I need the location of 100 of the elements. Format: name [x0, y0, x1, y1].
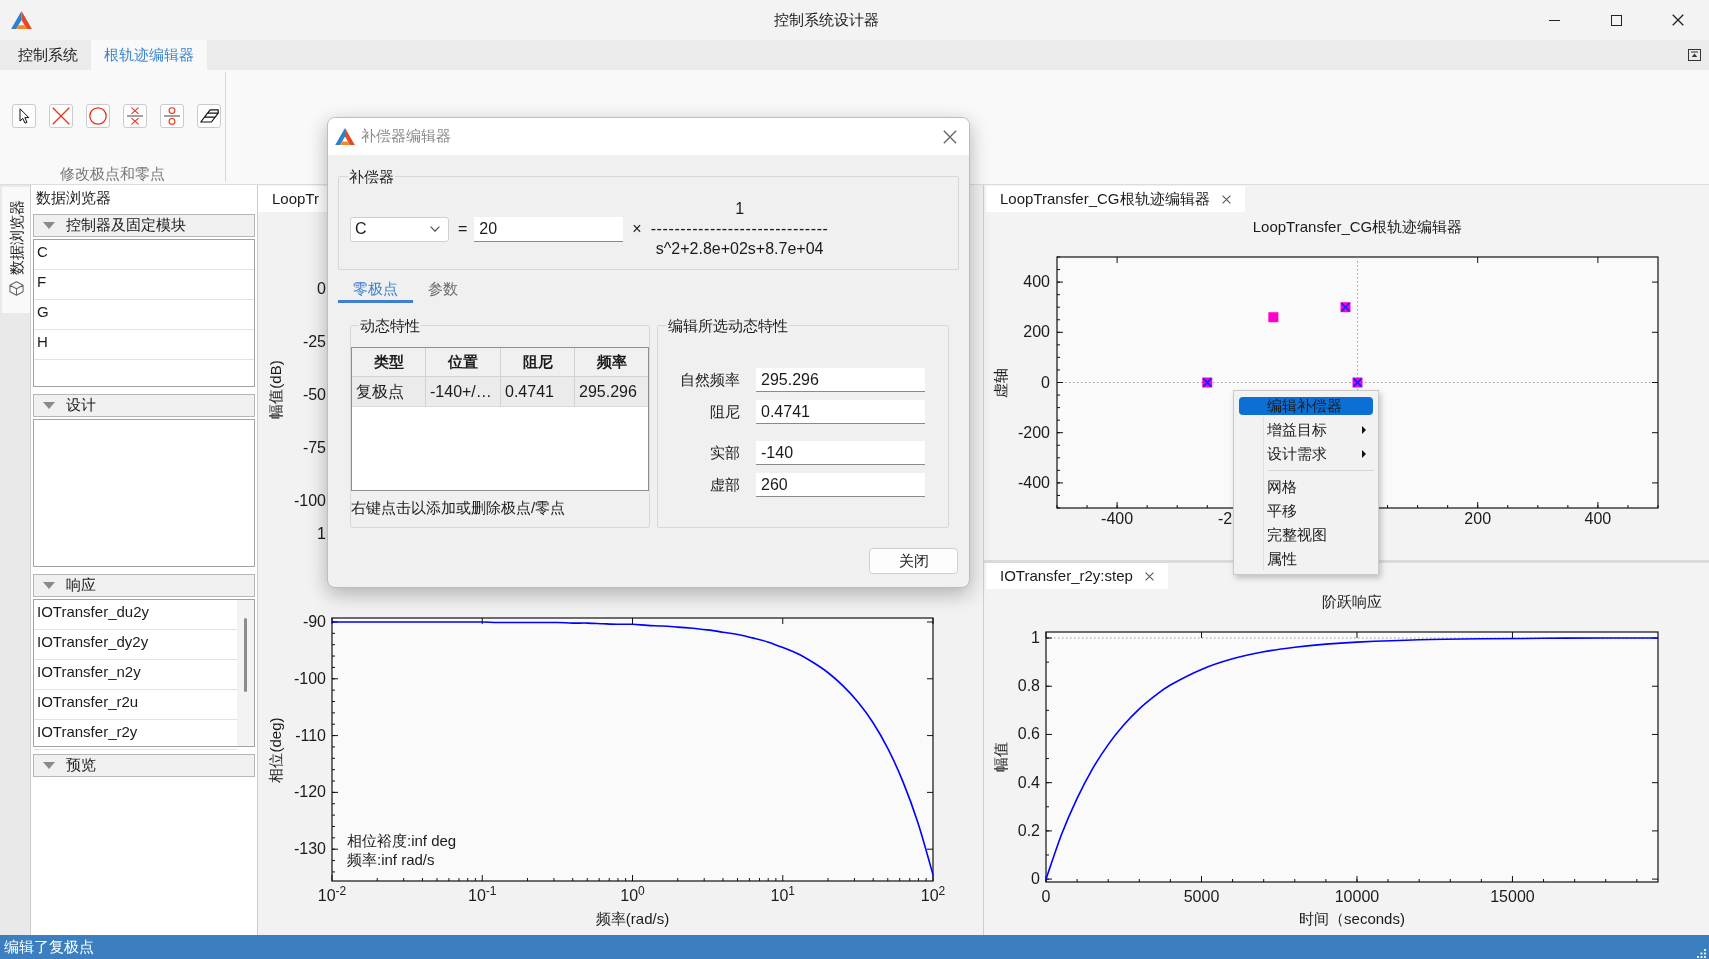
y-tick-label: -100	[293, 491, 326, 511]
menu-item[interactable]: 完整视图	[1239, 526, 1373, 544]
pointer-icon	[18, 108, 30, 124]
compensator-dropdown[interactable]: C	[350, 216, 449, 242]
side-tab[interactable]: 数据浏览器	[2, 187, 30, 313]
add-complex-zero-button[interactable]	[160, 104, 184, 128]
x-tick-label: 200	[1464, 510, 1492, 528]
y-tick-label: 1	[1031, 629, 1040, 647]
table-cell: 复极点	[352, 377, 426, 406]
crossed-square-marker[interactable]	[1340, 302, 1351, 313]
input-field[interactable]: -140	[756, 441, 925, 465]
table-cell-text: 295.296	[578, 381, 638, 402]
x-tick-label: 0	[1041, 888, 1051, 906]
section-header[interactable]: 控制器及固定模块	[33, 214, 255, 237]
x-pair-icon	[127, 107, 143, 125]
fraction-dash-text: ------------------------------	[650, 219, 829, 239]
menu-item[interactable]: 属性	[1239, 550, 1373, 568]
column-header[interactable]: 位置	[426, 348, 501, 376]
input-field[interactable]: 260	[756, 473, 925, 497]
x-tick-label: 5000	[1183, 888, 1220, 906]
eraser-button[interactable]	[197, 104, 221, 128]
gain-field[interactable]: 20	[474, 216, 624, 242]
app-logo-icon	[335, 128, 355, 145]
group-label: 动态特性	[359, 317, 421, 334]
y-tick-label: -75	[302, 438, 326, 458]
y-tick-label: 200	[1023, 323, 1050, 342]
x-tick-label: 10$^{-2}$	[317, 887, 347, 905]
scrollbar-track[interactable]	[237, 600, 254, 746]
x-tick-label: 10$^{-1}$	[468, 887, 497, 905]
x-axis-label: 频率(rad/s)	[595, 908, 670, 929]
column-header[interactable]: 类型	[352, 348, 426, 376]
x-tick-label: -400	[1101, 510, 1134, 528]
x-tick-label: 10$^{2}$	[920, 887, 946, 905]
list-item[interactable]: H	[34, 330, 254, 360]
list-item[interactable]: C	[34, 240, 254, 270]
add-zero-button[interactable]	[86, 104, 110, 128]
dialog-tab[interactable]: 零极点	[338, 278, 413, 303]
input-field[interactable]: 0.4741	[756, 400, 925, 424]
box-arrow-up-icon[interactable]	[1688, 49, 1701, 61]
menu-item[interactable]: 网格	[1239, 478, 1373, 496]
x-tick-label: 10$^{0}$	[620, 887, 645, 905]
scrollbar-thumb[interactable]	[244, 618, 247, 692]
resize-grip-icon[interactable]	[1697, 948, 1706, 958]
add-complex-pole-button[interactable]	[123, 104, 147, 128]
group-label: 编辑所选动态特性	[667, 317, 789, 334]
menu-item[interactable]: 设计需求	[1239, 445, 1373, 463]
transfer-numerator: 1	[735, 199, 745, 219]
x-tick-label: -2	[1218, 510, 1233, 528]
square-marker[interactable]	[1268, 312, 1279, 323]
field-label: 阻尼	[709, 401, 740, 422]
list-item[interactable]: G	[34, 300, 254, 330]
y-axis-label: 虚轴	[991, 368, 1009, 398]
table-row[interactable]: 复极点 -140+/… 0.4741 295.296	[352, 377, 648, 407]
equals-sign: =	[458, 219, 468, 239]
section-header[interactable]: 预览	[33, 754, 255, 777]
section-header[interactable]: 响应	[33, 574, 255, 597]
chart-annotation: 相位裕度:inf deg	[347, 831, 457, 851]
list-item[interactable]: F	[34, 270, 254, 300]
menu-item[interactable]: 编辑补偿器	[1239, 397, 1373, 415]
input-field[interactable]: 295.296	[756, 368, 925, 392]
group-label: 补偿器	[348, 168, 395, 185]
x-axis-label: 时间（seconds)	[1299, 908, 1405, 929]
x-tick-label: 15000	[1490, 888, 1535, 906]
maximize-icon	[1610, 14, 1622, 26]
document-tab[interactable]: LoopTransfer_CG根轨迹编辑器	[986, 186, 1245, 212]
column-header[interactable]: 频率	[575, 348, 648, 376]
column-header[interactable]: 阻尼	[501, 348, 575, 376]
x-mark-icon	[52, 107, 70, 125]
ribbon-tab[interactable]: 控制系统	[5, 40, 91, 70]
eraser-icon	[199, 109, 219, 123]
menu-item[interactable]: 平移	[1239, 502, 1373, 520]
chart-title: 阶跃响应	[1322, 591, 1382, 612]
dialog-tab[interactable]: 参数	[413, 278, 473, 303]
y-axis-label: 幅值	[991, 742, 1009, 772]
section-header[interactable]: 设计	[33, 394, 255, 417]
field-label: 实部	[709, 442, 740, 463]
add-pole-button[interactable]	[49, 104, 73, 128]
document-tab[interactable]: LoopTr	[258, 186, 327, 212]
crossed-square-marker[interactable]	[1202, 377, 1213, 388]
x-tick-label: 1	[317, 524, 326, 544]
ribbon-tab[interactable]: 根轨迹编辑器	[91, 40, 207, 70]
y-tick-label: -110	[295, 726, 326, 745]
field-label: 虚部	[709, 474, 740, 495]
y-tick-label: -100	[293, 669, 326, 688]
circle-pair-icon	[164, 107, 180, 125]
y-tick-label: 0.2	[1017, 821, 1040, 840]
dialog-close-button[interactable]	[943, 129, 957, 144]
crossed-square-marker[interactable]	[1352, 377, 1363, 388]
menu-item[interactable]: 增益目标	[1239, 421, 1373, 439]
y-tick-label: -200	[1017, 423, 1050, 442]
y-tick-label: -130	[293, 840, 326, 859]
y-tick-label: 0	[1041, 373, 1050, 392]
close-dialog-button[interactable]: 关闭	[869, 548, 958, 574]
y-tick-label: 0.8	[1017, 677, 1040, 696]
document-tab[interactable]: IOTransfer_r2y:step	[986, 563, 1168, 589]
table-cell: 0.4741	[501, 377, 575, 406]
y-tick-label: 0.6	[1017, 725, 1040, 744]
transfer-denominator: s^2+2.8e+02s+8.7e+04	[655, 239, 824, 259]
select-tool-button[interactable]	[12, 104, 36, 128]
hint-text: 右键点击以添加或删除极点/零点	[351, 498, 567, 518]
